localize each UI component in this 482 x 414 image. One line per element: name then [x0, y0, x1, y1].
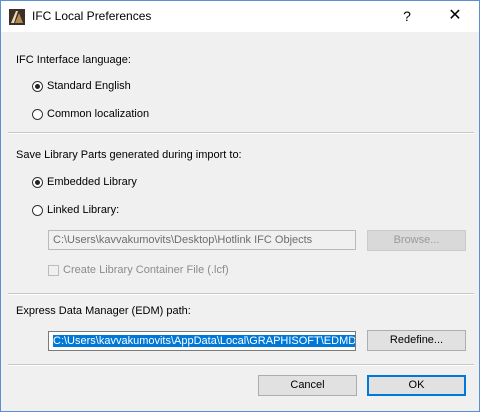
- cancel-button[interactable]: Cancel: [258, 375, 357, 396]
- redefine-button[interactable]: Redefine...: [367, 330, 466, 351]
- section-divider: [8, 364, 474, 366]
- section-divider: [8, 293, 474, 295]
- radio-label: Embedded Library: [47, 176, 137, 188]
- checkbox-label: Create Library Container File (.lcf): [63, 264, 229, 276]
- radio-label: Common localization: [47, 108, 150, 120]
- radio-label: Linked Library:: [47, 204, 120, 216]
- radio-label: Standard English: [47, 80, 131, 92]
- radio-unchecked-icon[interactable]: [32, 108, 43, 120]
- radio-standard-english[interactable]: Standard English: [32, 80, 131, 92]
- browse-button[interactable]: Browse...: [367, 230, 466, 251]
- radio-common-localization[interactable]: Common localization: [32, 108, 149, 120]
- close-icon[interactable]: ✕: [443, 5, 467, 27]
- archicad-app-icon: [9, 9, 25, 25]
- ok-button[interactable]: OK: [367, 375, 466, 396]
- radio-checked-icon[interactable]: [32, 80, 43, 92]
- radio-linked-library[interactable]: Linked Library:: [32, 204, 119, 216]
- linked-library-path-field[interactable]: C:\Users\kavvakumovits\Desktop\Hotlink I…: [48, 230, 356, 250]
- edm-path-text: C:\Users\kavvakumovits\AppData\Local\GRA…: [53, 335, 356, 347]
- edm-heading: Express Data Manager (EDM) path:: [16, 305, 191, 317]
- dialog-content: IFC Interface language: Standard English…: [1, 32, 479, 411]
- help-icon[interactable]: ?: [397, 5, 417, 27]
- checkbox-icon[interactable]: [48, 264, 59, 276]
- radio-checked-icon[interactable]: [32, 176, 43, 188]
- create-container-checkbox[interactable]: Create Library Container File (.lcf): [48, 264, 229, 276]
- radio-embedded-library[interactable]: Embedded Library: [32, 176, 137, 188]
- section-divider: [8, 132, 474, 134]
- title-bar[interactable]: IFC Local Preferences ? ✕: [1, 1, 479, 32]
- radio-unchecked-icon[interactable]: [32, 204, 43, 216]
- edm-path-field[interactable]: C:\Users\kavvakumovits\AppData\Local\GRA…: [48, 331, 356, 351]
- language-heading: IFC Interface language:: [16, 54, 131, 66]
- dialog-window: IFC Local Preferences ? ✕ IFC Interface …: [0, 0, 480, 412]
- window-title: IFC Local Preferences: [32, 9, 152, 23]
- library-heading: Save Library Parts generated during impo…: [16, 149, 242, 161]
